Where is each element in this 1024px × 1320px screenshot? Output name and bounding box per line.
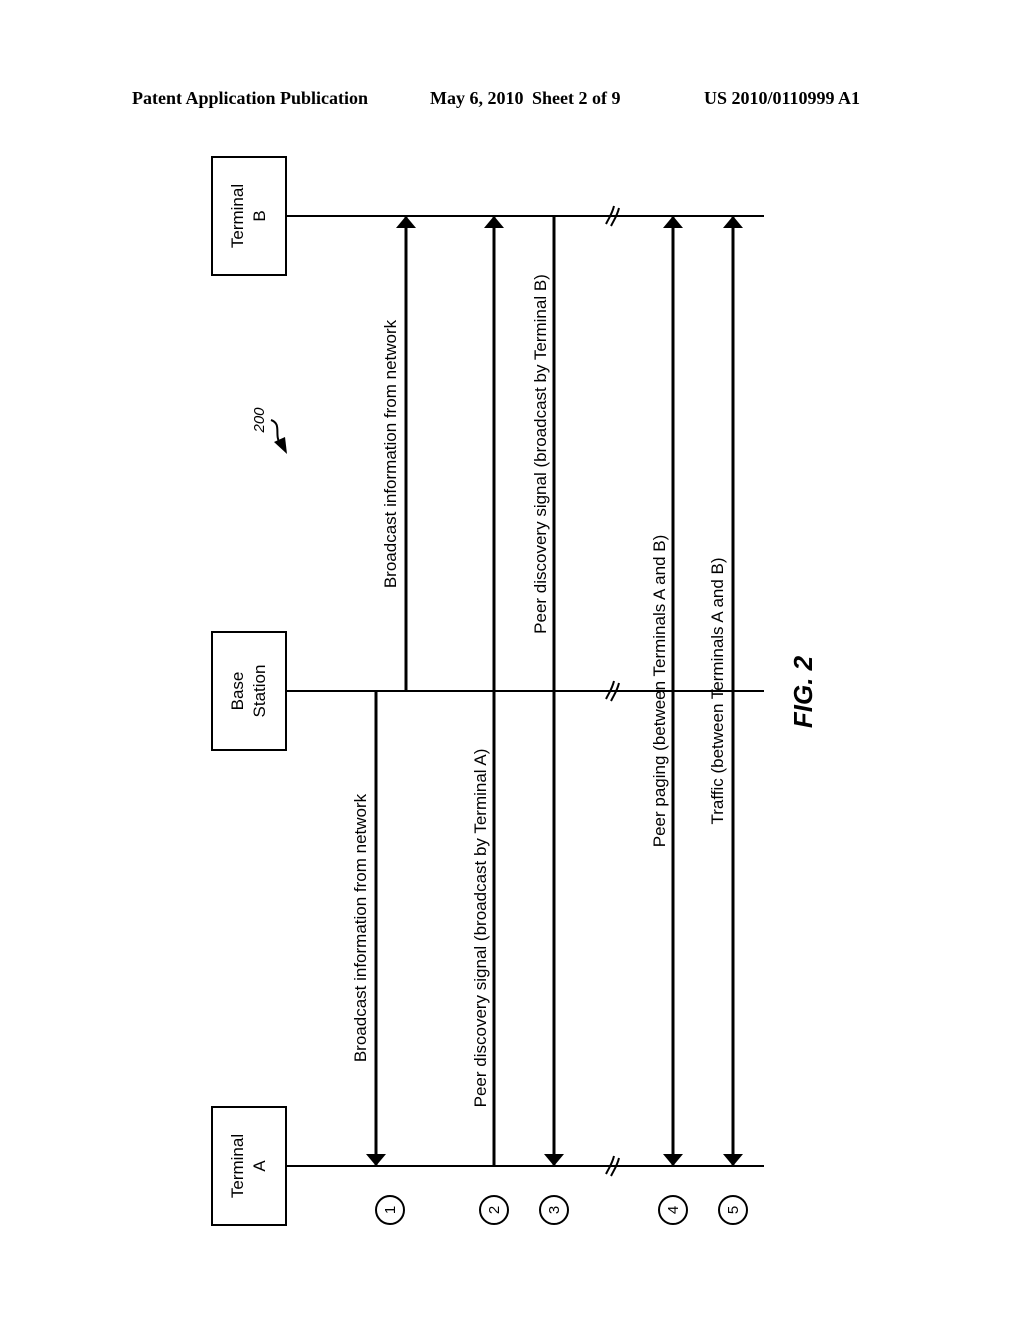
figure-label: FIG. 2: [788, 655, 818, 728]
message-label-1b: Broadcast information from network: [381, 319, 400, 588]
reference-numeral: 200: [251, 407, 287, 454]
message-label-5: Traffic (between Terminals A and B): [708, 557, 727, 824]
sequence-diagram: Terminal B Base Station Terminal A Broad…: [211, 156, 818, 1226]
entity-label-line2: B: [250, 210, 269, 221]
step-marker-2: 2: [479, 1195, 509, 1225]
step-marker-4: 4: [658, 1195, 688, 1225]
entity-terminal-b: Terminal B: [211, 156, 287, 276]
entity-label-line2: A: [250, 1160, 269, 1172]
step-marker-5: 5: [718, 1195, 748, 1225]
svg-text:2: 2: [486, 1206, 503, 1214]
message-label-1a: Broadcast information from network: [351, 793, 370, 1062]
entity-base-station: Base Station: [211, 631, 287, 751]
svg-text:3: 3: [546, 1206, 563, 1214]
entity-label-line1: Terminal: [228, 1134, 247, 1198]
entity-label-line1: Terminal: [228, 184, 247, 248]
entity-label-line1: Base: [228, 672, 247, 711]
message-label-3: Peer discovery signal (broadcast by Term…: [531, 274, 550, 634]
svg-text:1: 1: [382, 1206, 399, 1214]
message-label-2: Peer discovery signal (broadcast by Term…: [471, 749, 490, 1108]
svg-text:4: 4: [665, 1206, 682, 1214]
svg-text:5: 5: [725, 1206, 742, 1214]
message-label-4: Peer paging (between Terminals A and B): [650, 535, 669, 848]
step-marker-3: 3: [539, 1195, 569, 1225]
svg-text:200: 200: [251, 407, 268, 434]
entity-terminal-a: Terminal A: [211, 1106, 287, 1226]
step-marker-1: 1: [375, 1195, 405, 1225]
entity-label-line2: Station: [250, 665, 269, 718]
